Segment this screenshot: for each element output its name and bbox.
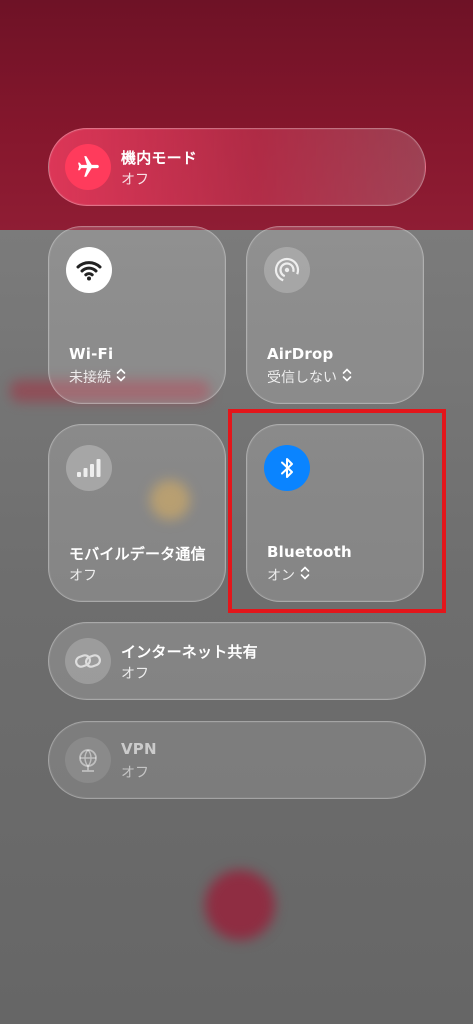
airdrop-icon xyxy=(264,247,310,293)
airdrop-tile[interactable]: AirDrop 受信しない xyxy=(246,226,424,404)
wifi-tile[interactable]: Wi-Fi 未接続 xyxy=(48,226,226,404)
chevron-up-down-icon xyxy=(342,368,352,386)
vpn-title: VPN xyxy=(121,740,157,758)
cellular-data-title: モバイルデータ通信 xyxy=(69,545,206,563)
airplane-mode-title: 機内モード xyxy=(121,149,198,167)
wifi-status-row[interactable]: 未接続 xyxy=(69,367,126,387)
airdrop-status: 受信しない xyxy=(267,370,337,386)
bluetooth-highlight-box xyxy=(228,409,446,613)
hotspot-link-icon xyxy=(65,638,111,684)
cellular-bars-icon xyxy=(66,445,112,491)
airplane-mode-status: オフ xyxy=(121,172,149,188)
chevron-up-down-icon xyxy=(116,368,126,386)
airplane-mode-toggle[interactable]: 機内モード オフ xyxy=(48,128,426,206)
blurred-shape xyxy=(205,870,275,940)
wifi-icon xyxy=(66,247,112,293)
hotspot-title: インターネット共有 xyxy=(121,643,258,661)
airplane-icon xyxy=(65,144,111,190)
hotspot-status: オフ xyxy=(121,666,149,682)
cellular-data-tile[interactable]: モバイルデータ通信 オフ xyxy=(48,424,226,602)
vpn-toggle[interactable]: VPN オフ xyxy=(48,721,426,799)
wifi-title: Wi-Fi xyxy=(69,345,114,363)
vpn-status: オフ xyxy=(121,765,149,781)
airdrop-status-row[interactable]: 受信しない xyxy=(267,367,352,387)
airdrop-title: AirDrop xyxy=(267,345,334,363)
cellular-data-status: オフ xyxy=(69,568,97,584)
wifi-status: 未接続 xyxy=(69,370,111,386)
vpn-globe-icon xyxy=(65,737,111,783)
personal-hotspot-toggle[interactable]: インターネット共有 オフ xyxy=(48,622,426,700)
